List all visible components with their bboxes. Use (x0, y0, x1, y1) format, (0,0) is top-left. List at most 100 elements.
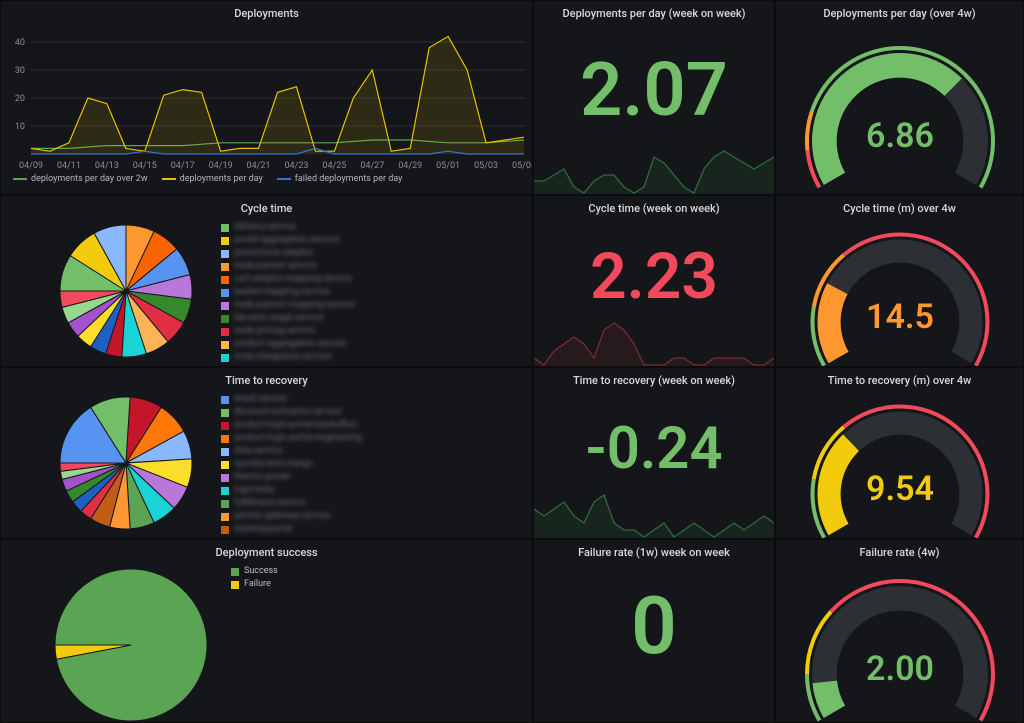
legend-item[interactable]: product-aggregation-service (221, 338, 355, 351)
legend-item[interactable]: email-service (221, 393, 362, 406)
legend-label: nps-key-tech-merge (234, 458, 312, 471)
panel-ttr-wow[interactable]: Time to recovery (week on week) -0.24 (533, 367, 775, 539)
panel-success-pie[interactable]: Deployment success Success Failure (0, 539, 533, 723)
stat-value: -0.24 (534, 420, 774, 478)
legend-swatch (221, 354, 229, 362)
panel-cycle-wow[interactable]: Cycle time (week on week) 2.23 (533, 195, 775, 367)
svg-text:04/15: 04/15 (133, 161, 157, 171)
legend-label: data-service (234, 445, 283, 458)
legend-item[interactable]: thermo-poster (221, 471, 362, 484)
legend-swatch (221, 500, 229, 508)
legend-swatch (221, 341, 229, 349)
svg-text:30: 30 (15, 66, 25, 76)
legend-item[interactable]: partner-gateway-service (221, 510, 362, 523)
panel-fail-4w[interactable]: Failure rate (4w) 2.00 (775, 539, 1024, 723)
legend-item[interactable]: trade-pricing-service (221, 325, 355, 338)
panel-title: Cycle time (m) over 4w (776, 196, 1023, 217)
legend-item[interactable]: deployments per day over 2w (13, 174, 148, 184)
panel-fail-wow[interactable]: Failure rate (1w) week on week 0 (533, 539, 775, 723)
legend-item[interactable]: deployments per day (162, 174, 263, 184)
pie-chart (41, 221, 211, 361)
legend-item[interactable]: discount-activation-service (221, 406, 362, 419)
panel-deploy-4w[interactable]: Deployments per day (over 4w) 6.86 (775, 0, 1024, 195)
svg-text:04/09: 04/09 (19, 161, 43, 171)
legend-item[interactable]: Failure (231, 578, 278, 591)
sparkline (534, 319, 774, 367)
pie-legend: delivery-service portal-aggregation-serv… (221, 221, 355, 364)
svg-text:14.5: 14.5 (866, 297, 934, 337)
legend-item[interactable]: basket-mapping-service (221, 286, 355, 299)
panel-title: Time to recovery (week on week) (534, 368, 774, 389)
legend-swatch (221, 328, 229, 336)
legend-label: thermo-poster (234, 471, 291, 484)
gauge: 14.5 (795, 217, 1005, 367)
panel-deploy-wow[interactable]: Deployments per day (week on week) 2.07 (533, 0, 775, 195)
gauge: 9.54 (795, 389, 1005, 539)
pie-legend: email-service discount-activation-servic… (221, 393, 362, 536)
svg-text:05/05: 05/05 (512, 161, 533, 171)
legend-label: Success (244, 565, 278, 578)
legend-label: product-login-portal-engineering (234, 432, 362, 445)
sparkline (534, 491, 774, 539)
svg-text:6.86: 6.86 (866, 116, 934, 156)
pie-legend: Success Failure (231, 565, 278, 591)
legend-item[interactable]: tmdu-integration-service (221, 351, 355, 364)
legend-swatch (221, 396, 229, 404)
svg-text:04/25: 04/25 (322, 161, 346, 171)
legend-item[interactable]: trade-partner-mapping-service (221, 299, 355, 312)
panel-cycle-pie[interactable]: Cycle time delivery-service portal-aggre… (0, 195, 533, 367)
legend-item[interactable]: nps-key-tech-merge (221, 458, 362, 471)
legend-item[interactable]: portal-aggregation-service (221, 234, 355, 247)
gauge: 6.86 (795, 29, 1005, 189)
svg-text:04/23: 04/23 (284, 161, 308, 171)
legend-swatch (221, 237, 229, 245)
legend-item[interactable]: login-links (221, 484, 362, 497)
pie-chart (41, 565, 221, 723)
legend-swatch (221, 289, 229, 297)
legend-swatch (221, 448, 229, 456)
pie-chart (41, 393, 211, 533)
legend-item[interactable]: data-service (221, 445, 362, 458)
panel-title: Failure rate (4w) (776, 540, 1023, 561)
legend-swatch (221, 487, 229, 495)
panel-title: Time to recovery (m) over 4w (776, 368, 1023, 389)
panel-title: Deployments per day (over 4w) (776, 1, 1023, 22)
legend-swatch (221, 409, 229, 417)
legend-label: delivery-service (234, 221, 296, 234)
legend-item[interactable]: delivery-service (221, 221, 355, 234)
legend-item[interactable]: trade-partner-service (221, 260, 355, 273)
legend-item[interactable]: promotions-adaptor (221, 247, 355, 260)
legend-label: ibp-pais-usage-service (234, 312, 323, 325)
legend-item[interactable]: fulfillment-service (221, 497, 362, 510)
deployments-legend: deployments per day over 2w deployments p… (1, 174, 532, 184)
legend-swatch (221, 315, 229, 323)
panel-deployments[interactable]: Deployments 1020304004/0904/1104/1304/15… (0, 0, 533, 195)
legend-item[interactable]: product-login-portal-engineering (221, 432, 362, 445)
svg-text:20: 20 (15, 94, 25, 104)
legend-swatch (221, 461, 229, 469)
legend-swatch (221, 526, 229, 534)
legend-label: portal-aggregation-service (234, 234, 339, 247)
legend-item[interactable]: ibp-pais-usage-service (221, 312, 355, 325)
svg-text:04/21: 04/21 (247, 161, 271, 171)
legend-swatch (221, 435, 229, 443)
svg-text:9.54: 9.54 (866, 469, 934, 509)
panel-ttr-pie[interactable]: Time to recovery email-service discount-… (0, 367, 533, 539)
legend-label: login-links (234, 484, 275, 497)
legend-item[interactable]: cart-adaptor-mapping-service (221, 273, 355, 286)
stat-value: 0 (534, 586, 774, 666)
stat-value: 2.23 (534, 245, 774, 309)
legend-item[interactable]: failed deployments per day (277, 174, 403, 184)
legend-swatch (221, 224, 229, 232)
legend-item[interactable]: product-login-portal-backoffice (221, 419, 362, 432)
legend-swatch (221, 276, 229, 284)
panel-ttr-4w[interactable]: Time to recovery (m) over 4w 9.54 (775, 367, 1024, 539)
legend-swatch (221, 250, 229, 258)
legend-item[interactable]: tracking-portal (221, 523, 362, 536)
legend-item[interactable]: Success (231, 565, 278, 578)
legend-label: discount-activation-service (234, 406, 341, 419)
panel-title: Deployment success (1, 540, 532, 561)
svg-text:04/27: 04/27 (360, 161, 384, 171)
legend-label: product-aggregation-service (234, 338, 346, 351)
panel-cycle-4w[interactable]: Cycle time (m) over 4w 14.5 (775, 195, 1024, 367)
